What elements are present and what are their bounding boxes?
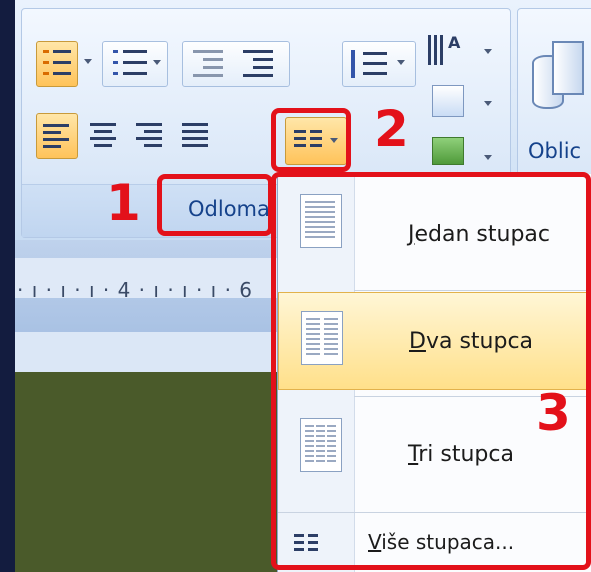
callout-box-3 [271,172,591,570]
shading-dropdown-icon[interactable] [484,101,492,106]
callout-box-2 [271,108,351,172]
align-center-icon[interactable] [84,113,124,157]
callout-number-2: 2 [374,100,409,158]
callout-number-1: 1 [106,174,141,232]
numbering-dropdown-icon [153,60,161,65]
borders-icon[interactable] [432,137,464,165]
sort-dropdown-icon[interactable] [484,49,492,54]
bullets-button[interactable] [36,41,78,87]
shapes-button-label[interactable]: Oblic [528,139,581,163]
word-window: A Odloma Oblic · ı · ı · ı · 4 · ı · ı ·… [15,0,591,572]
numbering-button[interactable] [102,41,168,87]
shading-icon[interactable] [432,85,464,117]
bullets-dropdown-icon[interactable] [84,59,92,64]
shapes-icon[interactable] [532,39,584,109]
callout-box-1 [157,174,273,236]
indent-buttons-group [182,41,290,87]
align-right-icon[interactable] [130,113,170,157]
line-spacing-dropdown-icon [397,60,405,65]
document-area[interactable] [15,372,277,572]
sort-icon[interactable]: A [424,31,464,75]
justify-icon[interactable] [176,113,216,157]
horizontal-ruler[interactable]: · ı · ı · ı · 4 · ı · ı · ı · 6 [15,240,277,332]
callout-number-3: 3 [536,384,571,442]
ruler-strip: · ı · ı · ı · 4 · ı · ı · ı · 6 [15,258,277,302]
ruler-marks: · ı · ı · ı · 4 · ı · ı · ı · 6 [17,278,254,302]
borders-dropdown-icon[interactable] [484,155,492,160]
line-spacing-button[interactable] [342,41,416,87]
align-left-button[interactable] [36,113,78,159]
